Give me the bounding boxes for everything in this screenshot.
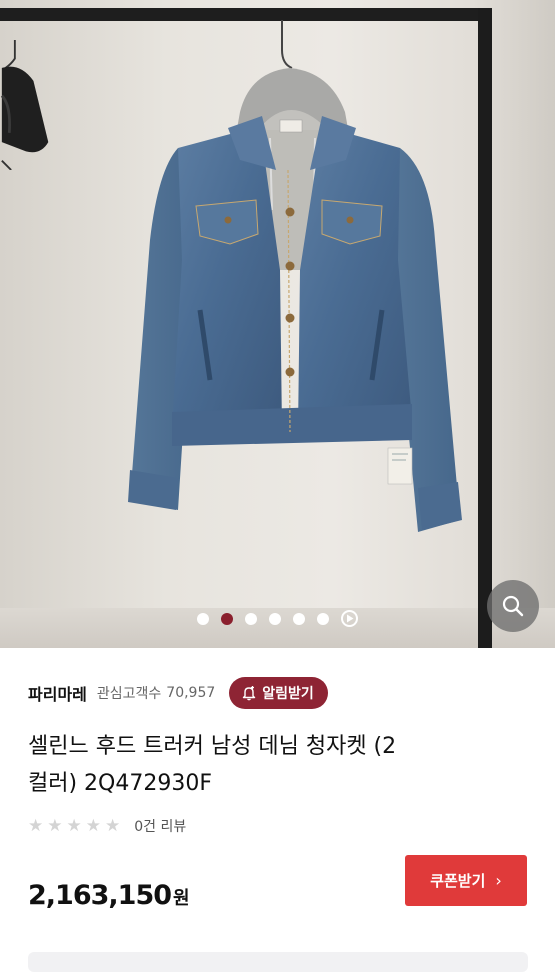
coupon-button-label: 쿠폰받기: [430, 872, 486, 890]
chevron-right-icon: ›: [495, 871, 502, 890]
review-count-link[interactable]: 0건 리뷰: [134, 816, 186, 836]
carousel-dot[interactable]: [293, 612, 305, 625]
product-title-line1: 셀린느 후드 트러커 남성 데님 청자켓 (2: [28, 734, 397, 759]
watch-count-value: 70,957: [166, 685, 216, 701]
star-icon: ★: [85, 816, 101, 836]
clothing-rack-post: [478, 8, 492, 648]
carousel-dot[interactable]: [245, 612, 257, 625]
coupon-download-button[interactable]: 쿠폰받기 ›: [405, 855, 527, 906]
price-row: 2,163,150 원: [28, 880, 190, 911]
carousel-dot[interactable]: [317, 612, 329, 625]
seller-name-link[interactable]: 파리마레: [28, 681, 87, 705]
star-icon: ★: [105, 816, 121, 836]
carousel-dot-active[interactable]: [221, 612, 233, 625]
carousel-indicator: [0, 610, 555, 627]
star-icon: ★: [47, 816, 63, 836]
star-icon: ★: [28, 816, 44, 836]
watch-count-label: 관심고객수: [96, 686, 162, 702]
next-section-card: [28, 952, 528, 972]
notification-subscribe-label: 알림받기: [262, 686, 314, 702]
denim-jacket-photo: [128, 20, 462, 532]
seller-row: 파리마레 관심고객수 70,957 알림받기: [28, 676, 328, 710]
product-title: 셀린느 후드 트러커 남성 데님 청자켓 (2 컬러) 2Q472930F: [28, 728, 528, 802]
background-hanger: [0, 40, 49, 170]
product-price: 2,163,150: [28, 880, 172, 911]
video-slide-button[interactable]: [341, 610, 358, 627]
bell-plus-icon: [243, 686, 256, 701]
product-title-line2: 컬러) 2Q472930F: [28, 771, 213, 796]
carousel-dot[interactable]: [197, 612, 209, 625]
product-image-gallery[interactable]: [0, 0, 555, 648]
play-icon: [346, 614, 353, 623]
rating-row[interactable]: ★ ★ ★ ★ ★ 0건 리뷰: [28, 815, 186, 837]
notification-subscribe-button[interactable]: 알림받기: [229, 677, 328, 709]
carousel-dot[interactable]: [269, 612, 281, 625]
star-icon: ★: [66, 816, 82, 836]
price-currency: 원: [173, 888, 190, 909]
